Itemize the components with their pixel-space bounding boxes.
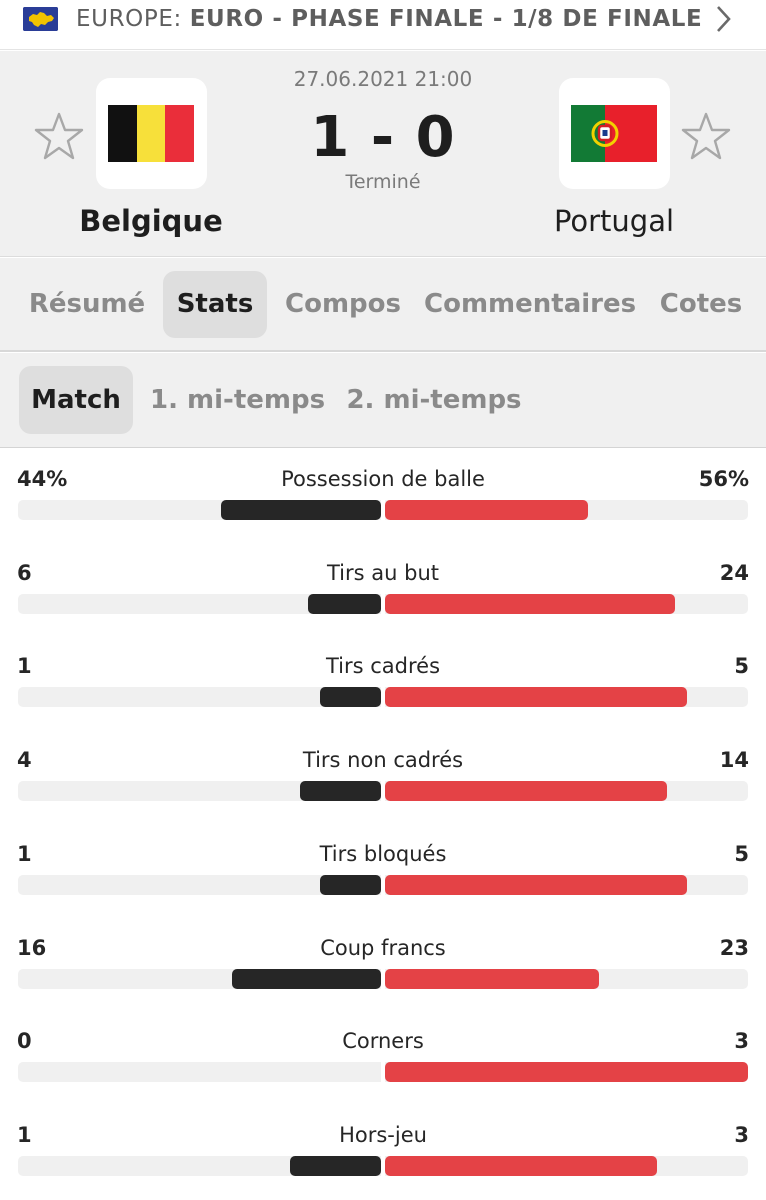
stat-home-track [18,874,381,895]
stat-home-track [18,1155,381,1176]
stat-label: Tirs bloqués [319,841,447,866]
chevron-right-icon[interactable] [708,4,738,34]
stat-home-value: 0 [17,1029,32,1054]
stat-home-track [18,593,381,614]
stat-label: Tirs non cadrés [302,748,464,773]
stat-away-value: 3 [734,1122,749,1147]
stat-away-bar [385,874,688,895]
competition-header[interactable]: EUROPE: EURO - PHASE FINALE - 1/8 DE FIN… [0,0,766,50]
away-team-name[interactable]: Portugal [504,200,724,242]
stat-row: 1 Tirs cadrés 5 [0,636,766,730]
stat-away-bar [385,593,676,614]
stat-away-bar [385,781,668,802]
home-team-name[interactable]: Belgique [41,200,261,242]
match-status: Terminé [345,171,421,193]
stat-row: 1 Tirs bloqués 5 [0,824,766,918]
stat-away-value: 14 [719,748,749,773]
stat-home-bar [320,874,381,895]
stat-away-bar [385,687,688,708]
stat-away-track [385,500,748,520]
stat-home-value: 44% [17,467,68,491]
stat-row: 16 Coup francs 23 [0,918,766,1012]
stat-home-bar [308,593,381,614]
tab-resume[interactable]: Résumé [22,271,152,338]
stat-away-bar [385,1062,748,1083]
stat-away-bar [385,500,589,520]
match-tabs: Résumé Stats Compos Commentaires Cotes [0,258,766,352]
stat-label: Tirs au but [327,560,439,585]
stat-away-bar [385,968,600,989]
subtab-second-half[interactable]: 2. mi-temps [345,366,523,434]
stat-away-value: 23 [719,935,749,960]
stat-label: Corners [342,1029,424,1054]
stat-away-value: 3 [734,1029,749,1054]
belgium-flag-icon [108,105,195,162]
stat-label: Hors-jeu [339,1122,427,1147]
tab-compos[interactable]: Compos [280,271,406,338]
stat-home-track [18,781,381,802]
stat-away-value: 5 [734,654,749,679]
stat-home-track [18,500,381,520]
stat-away-track [385,874,748,895]
stat-home-bar [300,781,381,802]
match-header: Belgique 27.06.2021 21:00 1 - 0 Terminé … [0,51,766,257]
stat-home-bar [290,1155,381,1176]
stat-label: Tirs cadrés [325,654,441,679]
match-datetime: 27.06.2021 21:00 [293,67,473,91]
stat-row: 6 Tirs au but 24 [0,543,766,637]
tab-stats[interactable]: Stats [163,271,267,338]
stat-home-value: 1 [17,841,32,866]
stat-home-value: 4 [17,748,32,773]
stat-home-track [18,968,381,989]
stat-home-bar [232,968,381,989]
stat-home-value: 16 [17,935,47,960]
stat-away-bar [385,1155,658,1176]
favorite-home-star-icon[interactable] [34,111,84,161]
portugal-flag-icon [571,105,657,162]
stat-label: Coup francs [320,935,446,960]
stat-away-track [385,687,748,708]
stat-away-value: 56% [698,467,749,491]
stat-home-bar [221,500,381,520]
away-team-logo[interactable] [559,78,670,189]
stat-away-value: 5 [734,841,749,866]
tab-cotes[interactable]: Cotes [652,271,750,338]
stat-away-value: 24 [719,560,749,585]
stats-list: 44% Possession de balle 56% 6 Tirs au but 24 1… [0,449,766,1200]
stat-row: 0 Corners 3 [0,1011,766,1105]
tab-commentaires[interactable]: Commentaires [424,271,636,338]
stat-away-track [385,1155,748,1176]
stat-home-value: 1 [17,1122,32,1147]
stat-away-track [385,781,748,802]
match-score: 1 - 0 [310,105,456,170]
competition-name: EURO - PHASE FINALE - 1/8 DE FINALE [189,6,703,32]
period-tabs: Match 1. mi-temps 2. mi-temps [0,353,766,448]
stat-row: 1 Hors-jeu 3 [0,1105,766,1199]
stat-row: 44% Possession de balle 56% [0,449,766,543]
home-team-logo[interactable] [96,78,207,189]
stat-home-track [18,687,381,708]
stat-home-value: 6 [17,560,32,585]
stat-label: Possession de balle [281,467,485,491]
subtab-first-half[interactable]: 1. mi-temps [150,366,325,434]
stat-row: 4 Tirs non cadrés 14 [0,730,766,824]
eu-flag-icon [23,7,58,31]
stat-home-bar [320,687,381,708]
competition-title: EUROPE: EURO - PHASE FINALE - 1/8 DE FIN… [76,4,702,34]
favorite-away-star-icon[interactable] [681,111,731,161]
stat-away-track [385,593,748,614]
stat-home-track [18,1062,381,1083]
subtab-match[interactable]: Match [19,366,133,434]
stat-away-track [385,968,748,989]
competition-region: EUROPE: [76,6,182,32]
stat-away-track [385,1062,748,1083]
stat-home-value: 1 [17,654,32,679]
